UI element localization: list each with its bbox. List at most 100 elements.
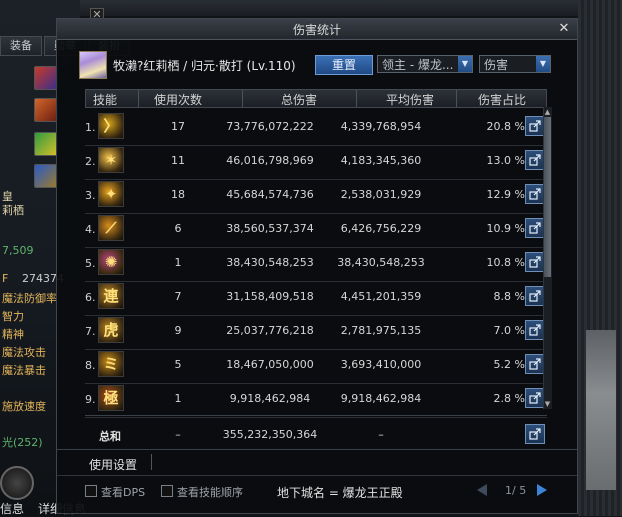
use-count: 9 [174, 324, 182, 337]
chevron-down-icon[interactable]: ▼ [458, 56, 472, 72]
column-divider [456, 90, 457, 107]
export-icon [529, 154, 541, 166]
export-icon [529, 222, 541, 234]
table-row: 9. 極 1 9,918,462,984 9,918,462,984 2.8 % [85, 381, 547, 418]
scroll-down-icon[interactable]: ▼ [543, 399, 552, 409]
export-icon [529, 358, 541, 370]
average-damage: 9,918,462,984 [340, 392, 422, 405]
share-button[interactable] [525, 184, 545, 204]
dungeon-name: 地下城名 = 爆龙王正殿 [277, 486, 403, 500]
total-damage: 31,158,409,518 [226, 290, 314, 303]
share-button[interactable] [525, 218, 545, 238]
header-damage-share: 伤害占比 [477, 93, 526, 107]
row-rank: 9. [85, 393, 96, 406]
share-button[interactable] [525, 286, 545, 306]
stat-type-dropdown[interactable]: 伤害 ▼ [479, 55, 551, 73]
total-damage: 9,918,462,984 [229, 392, 311, 405]
share-button[interactable] [525, 320, 545, 340]
use-count: 1 [174, 256, 182, 269]
show-dps-checkbox[interactable] [85, 485, 97, 497]
average-damage: 4,339,768,954 [340, 120, 422, 133]
row-rank: 6. [85, 291, 96, 304]
skill-icon: 極 [98, 385, 124, 411]
background-tab-equipment[interactable]: 装备 [0, 36, 42, 56]
share-button[interactable] [525, 150, 545, 170]
export-icon [529, 428, 541, 440]
skill-glyph: ✶ [104, 151, 118, 169]
share-button[interactable] [525, 116, 545, 136]
row-rank: 1. [85, 121, 96, 134]
total-damage: 38,430,548,253 [226, 256, 314, 269]
background-equip-icon[interactable] [34, 132, 58, 156]
row-rank: 7. [85, 325, 96, 338]
scrollbar-thumb[interactable] [544, 117, 551, 277]
show-dps-label[interactable]: 查看DPS [101, 484, 145, 500]
background-stat-label: 施放速度 [2, 400, 46, 413]
skill-icon: ✶ [98, 147, 124, 173]
show-skill-order-checkbox[interactable] [161, 485, 173, 497]
table-row: 6. 連 7 31,158,409,518 4,451,201,359 8.8 % [85, 279, 547, 316]
table-row: 1. 〉 17 73,776,072,222 4,339,768,954 20.8 % [85, 109, 547, 146]
usage-settings-tab[interactable]: 使用设置 [89, 456, 137, 473]
chevron-down-icon[interactable]: ▼ [536, 56, 550, 72]
next-page-icon[interactable] [537, 484, 547, 496]
close-icon[interactable]: ✕ [557, 22, 571, 36]
total-damage: 73,776,072,222 [226, 120, 314, 133]
background-equip-icon[interactable] [34, 66, 58, 90]
export-icon [529, 120, 541, 132]
window-titlebar[interactable]: 伤害统计 ✕ [57, 19, 577, 40]
average-damage: 38,430,548,253 [337, 256, 425, 269]
background-name-text: 莉栖 [2, 204, 24, 217]
share-button[interactable] [525, 424, 545, 444]
game-logo-icon [0, 466, 34, 500]
share-button[interactable] [525, 252, 545, 272]
damage-share: 12.9 % [486, 188, 525, 201]
use-count: 18 [171, 188, 185, 201]
average-damage: 4,183,345,360 [340, 154, 422, 167]
share-button[interactable] [525, 388, 545, 408]
average-damage: 2,538,031,929 [340, 188, 422, 201]
boss-select-dropdown[interactable]: 领主 - 爆龙... ▼ [377, 55, 473, 73]
total-damage: 45,684,574,736 [226, 188, 314, 201]
character-name: 牧濑?红莉栖 / 归元·散打 (Lv.110) [113, 59, 296, 73]
export-icon [529, 188, 541, 200]
scroll-up-icon[interactable]: ▲ [543, 107, 552, 117]
skill-icon: ⟋ [98, 215, 124, 241]
reset-button[interactable]: 重置 [315, 55, 373, 75]
skill-icon: ✺ [98, 249, 124, 275]
total-damage: 46,016,798,969 [226, 154, 314, 167]
background-info-button[interactable]: 信息 [0, 500, 24, 517]
background-stat-value: 7,509 [2, 244, 34, 257]
use-count: 7 [174, 290, 182, 303]
use-count: 11 [171, 154, 185, 167]
header-avg-damage: 平均伤害 [385, 93, 434, 107]
boss-select-value: 领主 - 爆龙... [382, 58, 454, 72]
show-skill-order-label[interactable]: 查看技能顺序 [177, 484, 243, 500]
skill-glyph: ✦ [104, 185, 118, 203]
total-damage-value: 355,232,350,364 [222, 428, 318, 441]
background-pillar [586, 330, 616, 490]
use-count: 1 [174, 392, 182, 405]
share-button[interactable] [525, 354, 545, 374]
damage-share: 5.2 % [493, 358, 525, 371]
average-damage: 4,451,201,359 [340, 290, 422, 303]
row-rank: 5. [85, 257, 96, 270]
background-equip-icon[interactable] [34, 98, 58, 122]
skill-glyph: 連 [103, 287, 119, 305]
export-icon [529, 392, 541, 404]
use-count: 6 [174, 222, 182, 235]
background-stat-label: 光(252) [2, 436, 43, 449]
skill-glyph: 〉 [103, 117, 119, 135]
previous-page-icon[interactable] [477, 484, 487, 496]
skill-icon: ミ [98, 351, 124, 377]
background-equip-icon[interactable] [34, 164, 58, 188]
settings-divider [151, 454, 152, 470]
background-stat-label: 智力 [2, 310, 24, 323]
window-title: 伤害统计 [292, 23, 341, 37]
skill-icon: 虎 [98, 317, 124, 343]
export-icon [529, 324, 541, 336]
skill-icon: 〉 [98, 113, 124, 139]
table-row: 5. ✺ 1 38,430,548,253 38,430,548,253 10.8 % [85, 245, 547, 282]
row-rank: 3. [85, 189, 96, 202]
skill-glyph: 虎 [103, 321, 119, 339]
